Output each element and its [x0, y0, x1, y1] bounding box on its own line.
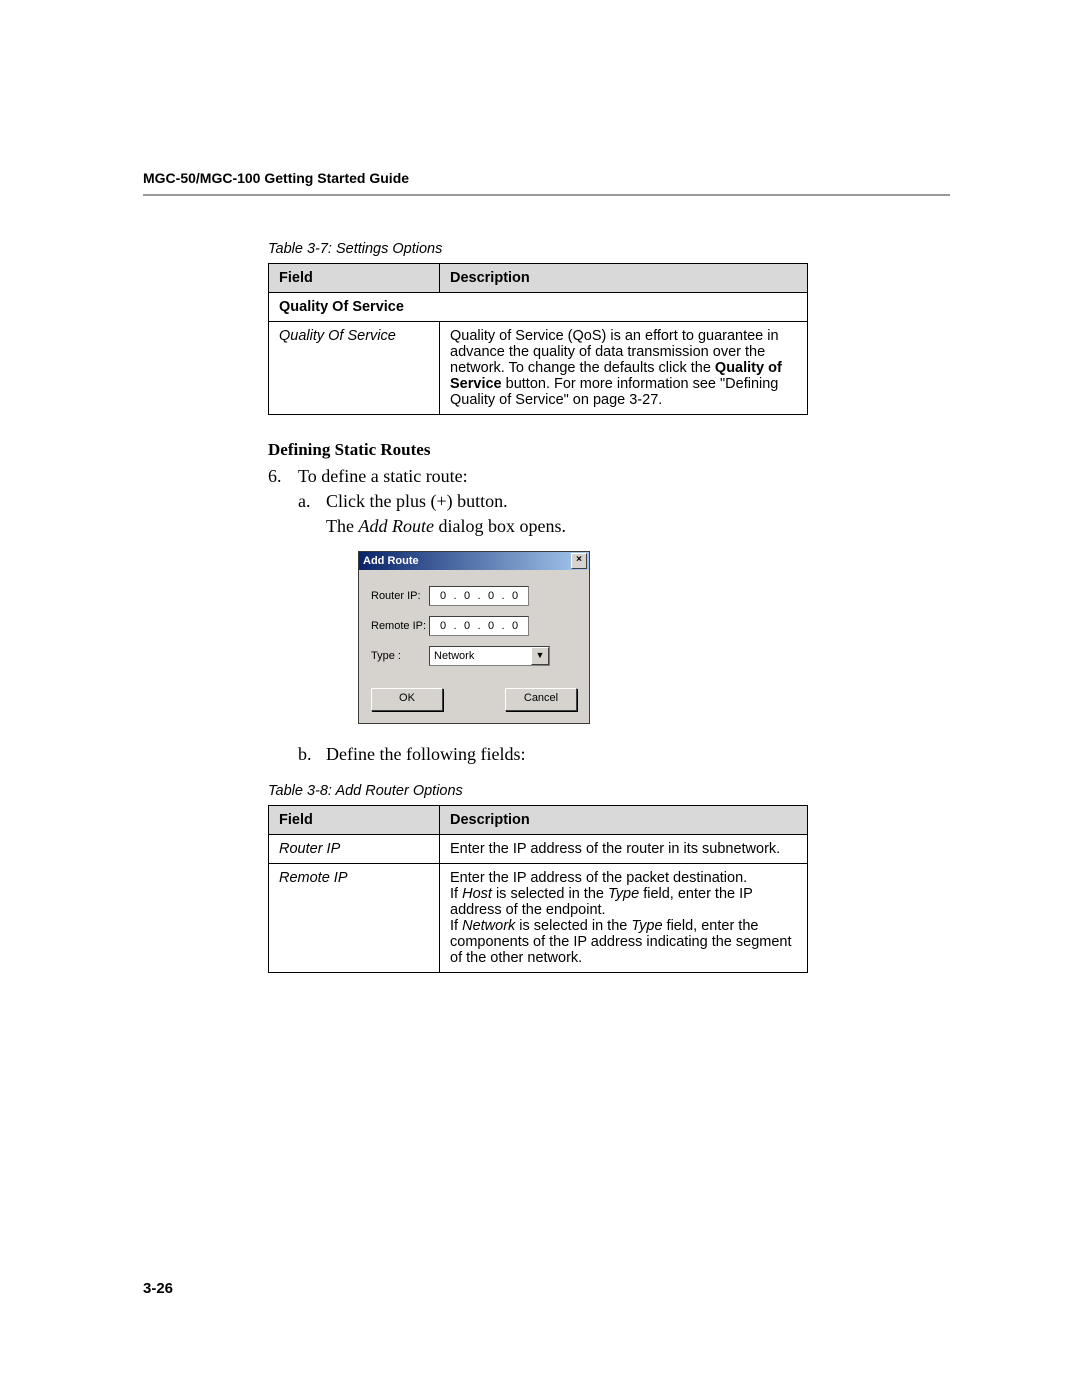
header-divider	[143, 194, 950, 196]
qos-description: Quality of Service (QoS) is an effort to…	[440, 322, 808, 415]
chevron-down-icon: ▼	[531, 647, 549, 665]
type-label: Type :	[371, 650, 429, 662]
close-icon[interactable]: ×	[571, 553, 587, 569]
table-3-7-caption: Table 3-7: Settings Options	[268, 241, 808, 257]
col-field: Field	[269, 264, 440, 293]
step-6b: b. Define the following fields:	[298, 744, 950, 765]
dialog-title: Add Route	[363, 555, 419, 567]
remote-ip-description: Enter the IP address of the packet desti…	[440, 864, 808, 973]
step-6a-followup: The Add Route dialog box opens.	[326, 516, 950, 537]
remote-ip-input[interactable]: 0. 0. 0. 0	[429, 616, 529, 636]
running-header: MGC-50/MGC-100 Getting Started Guide	[143, 170, 950, 186]
table-header-row: Field Description	[269, 806, 808, 835]
qos-field: Quality Of Service	[269, 322, 440, 415]
page-number: 3-26	[143, 1280, 173, 1297]
table-row: Remote IP Enter the IP address of the pa…	[269, 864, 808, 973]
remote-ip-field: Remote IP	[269, 864, 440, 973]
section-heading: Defining Static Routes	[268, 440, 950, 460]
table-row: Router IP Enter the IP address of the ro…	[269, 835, 808, 864]
router-ip-input[interactable]: 0. 0. 0. 0	[429, 586, 529, 606]
router-ip-field: Router IP	[269, 835, 440, 864]
router-ip-label: Router IP:	[371, 590, 429, 602]
qos-subheader: Quality Of Service	[269, 293, 808, 322]
col-description: Description	[440, 264, 808, 293]
table-subheader-row: Quality Of Service	[269, 293, 808, 322]
table-3-7: Field Description Quality Of Service Qua…	[268, 263, 808, 415]
add-route-dialog: Add Route × Router IP: 0. 0. 0. 0 Remote…	[358, 551, 590, 724]
table-header-row: Field Description	[269, 264, 808, 293]
col-description: Description	[440, 806, 808, 835]
col-field: Field	[269, 806, 440, 835]
ok-button[interactable]: OK	[371, 688, 443, 711]
router-ip-description: Enter the IP address of the router in it…	[440, 835, 808, 864]
cancel-button[interactable]: Cancel	[505, 688, 577, 711]
table-3-8-caption: Table 3-8: Add Router Options	[268, 783, 808, 799]
step-6a: a. Click the plus (+) button.	[298, 491, 950, 512]
table-row: Quality Of Service Quality of Service (Q…	[269, 322, 808, 415]
type-select[interactable]: Network ▼	[429, 646, 550, 666]
remote-ip-label: Remote IP:	[371, 620, 429, 632]
step-6: 6. To define a static route:	[268, 466, 950, 487]
table-3-8: Field Description Router IP Enter the IP…	[268, 805, 808, 973]
dialog-titlebar: Add Route ×	[359, 552, 589, 570]
